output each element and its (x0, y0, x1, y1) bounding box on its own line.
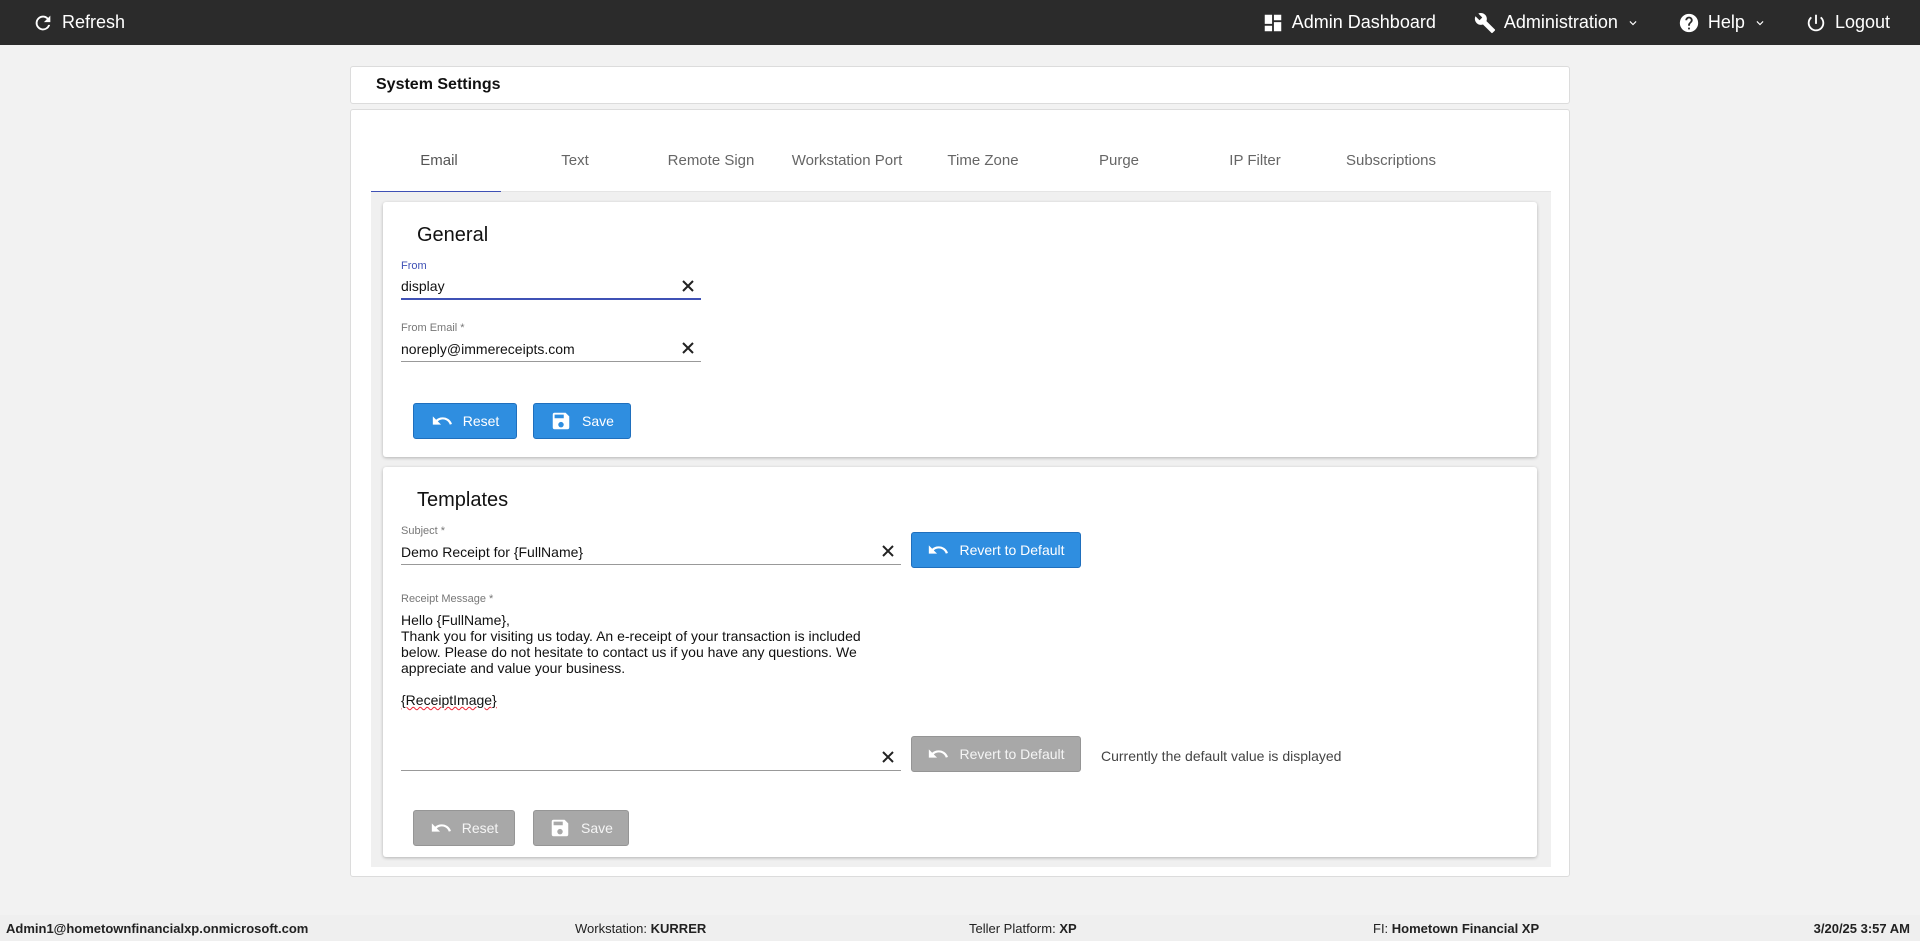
templates-card: Templates Subject * Demo Receipt for {Fu… (383, 467, 1537, 857)
tab-time-zone[interactable]: Time Zone (915, 128, 1051, 192)
general-reset-button[interactable]: Reset (413, 403, 517, 439)
administration-label: Administration (1503, 12, 1618, 32)
clear-icon[interactable] (881, 750, 895, 764)
tab-workstation-port[interactable]: Workstation Port (779, 128, 915, 192)
receipt-line: Thank you for visiting us today. An e-re… (401, 628, 861, 676)
receipt-line: Hello {FullName}, (401, 612, 510, 628)
save-icon (552, 412, 570, 430)
undo-icon (929, 749, 949, 758)
templates-reset-button[interactable]: Reset (413, 810, 515, 846)
receipt-line: {ReceiptImage} (401, 692, 497, 708)
default-value-note: Currently the default value is displayed (1101, 748, 1342, 764)
footer-platform-value: XP (1059, 921, 1077, 936)
tab-text[interactable]: Text (507, 128, 643, 192)
refresh-icon (35, 15, 51, 30)
revert-label: Revert to Default (959, 542, 1065, 558)
receipt-revert-button[interactable]: Revert to Default (911, 736, 1081, 772)
logout-label: Logout (1834, 12, 1890, 32)
footer-user: Admin1@hometownfinancialxp.onmicrosoft.c… (6, 921, 309, 936)
footer-workstation-label: Workstation: (575, 921, 648, 936)
page-title: System Settings (350, 66, 1570, 104)
footer-platform-label: Teller Platform: (969, 921, 1056, 936)
help-label: Help (1707, 12, 1745, 32)
general-save-button[interactable]: Save (533, 403, 631, 439)
undo-icon (432, 416, 452, 425)
tab-purge[interactable]: Purge (1051, 128, 1187, 192)
wrench-icon (1474, 12, 1495, 33)
subject-label: Subject * (401, 525, 446, 537)
clear-icon[interactable] (681, 279, 695, 293)
settings-panel: Email Text Remote Sign Workstation Port … (350, 109, 1570, 877)
status-bar: Admin1@hometownfinancialxp.onmicrosoft.c… (0, 915, 1920, 941)
footer-fi-value: Hometown Financial XP (1391, 921, 1540, 936)
footer-datetime: 3/20/25 3:57 AM (1813, 921, 1910, 936)
save-label: Save (581, 820, 613, 836)
subject-input[interactable]: Demo Receipt for {FullName} (401, 544, 901, 560)
footer-fi-label: FI: (1373, 921, 1389, 936)
from-email-field: From Email * noreply@immereceipts.com (401, 322, 701, 362)
from-email-input[interactable]: noreply@immereceipts.com (401, 341, 701, 357)
subject-revert-button[interactable]: Revert to Default (911, 532, 1081, 568)
top-bar: Refresh Admin Dashboard Administration H… (0, 0, 1920, 45)
footer-workstation-value: KURRER (650, 921, 707, 936)
logout-button[interactable]: Logout (1805, 0, 1890, 45)
save-label: Save (582, 413, 614, 429)
subject-field: Subject * Demo Receipt for {FullName} (401, 525, 901, 565)
admin-dashboard-button[interactable]: Admin Dashboard (1262, 0, 1436, 45)
chevron-down-icon (1756, 20, 1764, 25)
receipt-message-field (401, 731, 901, 771)
admin-dashboard-label: Admin Dashboard (1291, 12, 1436, 32)
administration-menu[interactable]: Administration (1474, 0, 1640, 45)
email-tab-content: General From display From Email * norepl… (371, 192, 1551, 867)
templates-save-button[interactable]: Save (533, 810, 629, 846)
receipt-message-label: Receipt Message * (401, 593, 494, 605)
help-icon (1679, 13, 1699, 32)
reset-label: Reset (461, 820, 499, 836)
chevron-down-icon (1629, 20, 1637, 25)
settings-tabs: Email Text Remote Sign Workstation Port … (371, 128, 1551, 193)
tab-ip-filter[interactable]: IP Filter (1187, 128, 1323, 192)
receipt-message-textarea[interactable]: Hello {FullName}, Thank you for visiting… (401, 612, 871, 708)
save-icon (551, 819, 569, 837)
power-icon (1807, 14, 1825, 31)
general-card: General From display From Email * norepl… (383, 202, 1537, 457)
clear-icon[interactable] (881, 544, 895, 558)
dashboard-icon (1264, 14, 1282, 31)
tab-email[interactable]: Email (371, 128, 507, 193)
undo-icon (431, 823, 451, 832)
from-field: From display (401, 260, 701, 300)
refresh-label: Refresh (62, 12, 126, 32)
from-email-label: From Email * (401, 322, 465, 334)
templates-title: Templates (417, 489, 509, 511)
undo-icon (929, 545, 949, 554)
general-title: General (417, 224, 489, 246)
tab-remote-sign[interactable]: Remote Sign (643, 128, 779, 192)
from-input[interactable]: display (401, 278, 701, 294)
refresh-button[interactable]: Refresh (32, 0, 125, 45)
clear-icon[interactable] (681, 341, 695, 355)
reset-label: Reset (462, 413, 500, 429)
tab-subscriptions[interactable]: Subscriptions (1323, 128, 1459, 192)
revert-label: Revert to Default (959, 746, 1065, 762)
help-menu[interactable]: Help (1678, 0, 1767, 45)
from-label: From (401, 260, 427, 272)
